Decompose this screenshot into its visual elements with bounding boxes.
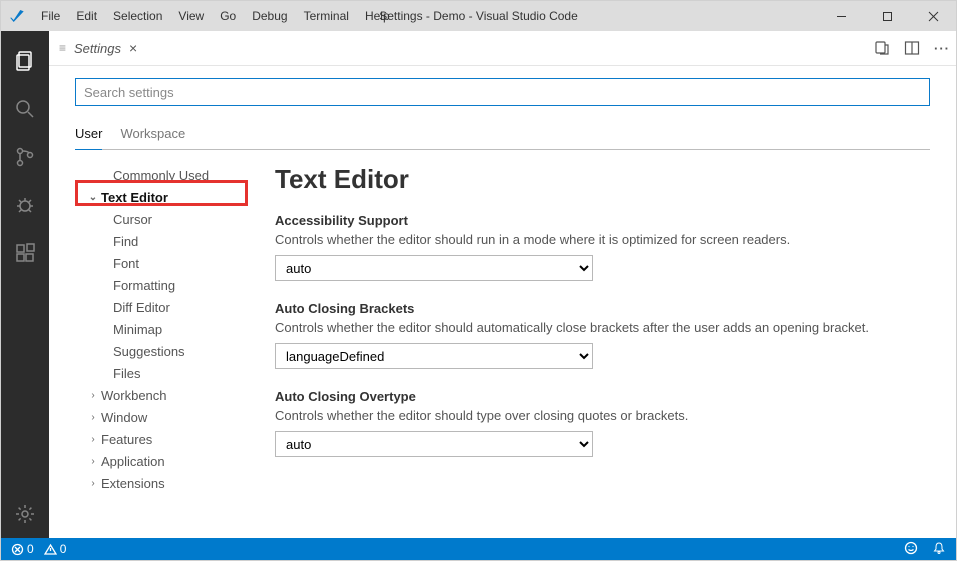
setting-select-auto-closing-overtype[interactable]: auto xyxy=(275,431,593,457)
tree-find[interactable]: Find xyxy=(75,230,251,252)
status-warnings[interactable]: 0 xyxy=(44,542,67,556)
search-icon[interactable] xyxy=(1,85,49,133)
menu-terminal[interactable]: Terminal xyxy=(296,5,357,27)
app-window: File Edit Selection View Go Debug Termin… xyxy=(0,0,957,561)
explorer-icon[interactable] xyxy=(1,37,49,85)
setting-select-auto-closing-brackets[interactable]: languageDefined xyxy=(275,343,593,369)
menu-selection[interactable]: Selection xyxy=(105,5,170,27)
scope-tabs: User Workspace xyxy=(75,120,930,150)
tab-bar: ≡ Settings × ··· xyxy=(49,31,956,66)
tree-cursor[interactable]: Cursor xyxy=(75,208,251,230)
chevron-down-icon: ⌄ xyxy=(87,192,99,203)
setting-label: Auto Closing Overtype xyxy=(275,389,930,404)
search-settings-input[interactable]: Search settings xyxy=(75,78,930,106)
tree-font[interactable]: Font xyxy=(75,252,251,274)
close-tab-icon[interactable]: × xyxy=(129,40,137,56)
settings-tab-icon: ≡ xyxy=(59,41,66,55)
open-settings-json-icon[interactable] xyxy=(874,40,890,56)
setting-label: Auto Closing Brackets xyxy=(275,301,930,316)
tree-files[interactable]: Files xyxy=(75,362,251,384)
menu-go[interactable]: Go xyxy=(212,5,244,27)
settings-gear-icon[interactable] xyxy=(1,490,49,538)
status-bar: 0 0 xyxy=(1,538,956,560)
editor-area: ≡ Settings × ··· Search settings xyxy=(49,31,956,538)
debug-icon[interactable] xyxy=(1,181,49,229)
close-button[interactable] xyxy=(910,1,956,31)
tab-actions: ··· xyxy=(874,40,950,56)
tree-text-editor[interactable]: ⌄ Text Editor xyxy=(75,186,251,208)
settings-content: Text Editor Accessibility Support Contro… xyxy=(251,160,930,538)
section-heading: Text Editor xyxy=(275,164,930,195)
setting-auto-closing-overtype: Auto Closing Overtype Controls whether t… xyxy=(275,389,930,457)
tree-suggestions[interactable]: Suggestions xyxy=(75,340,251,362)
tree-commonly-used[interactable]: Commonly Used xyxy=(75,164,251,186)
source-control-icon[interactable] xyxy=(1,133,49,181)
chevron-right-icon: › xyxy=(87,434,99,445)
status-feedback-icon[interactable] xyxy=(904,541,918,558)
tree-formatting[interactable]: Formatting xyxy=(75,274,251,296)
tree-diff-editor[interactable]: Diff Editor xyxy=(75,296,251,318)
setting-description: Controls whether the editor should type … xyxy=(275,408,930,423)
vscode-logo-icon xyxy=(9,8,25,24)
setting-description: Controls whether the editor should autom… xyxy=(275,320,930,335)
tree-extensions[interactable]: ›Extensions xyxy=(75,472,251,494)
tab-settings[interactable]: ≡ Settings × xyxy=(49,31,147,66)
window-controls xyxy=(818,1,956,31)
menu-bar: File Edit Selection View Go Debug Termin… xyxy=(33,5,398,27)
tab-label: Settings xyxy=(74,41,121,56)
menu-file[interactable]: File xyxy=(33,5,68,27)
status-errors[interactable]: 0 xyxy=(11,542,34,556)
setting-auto-closing-brackets: Auto Closing Brackets Controls whether t… xyxy=(275,301,930,369)
more-actions-icon[interactable]: ··· xyxy=(934,41,950,56)
chevron-right-icon: › xyxy=(87,456,99,467)
chevron-right-icon: › xyxy=(87,390,99,401)
scope-user[interactable]: User xyxy=(75,120,102,150)
activity-bar xyxy=(1,31,49,538)
menu-view[interactable]: View xyxy=(170,5,212,27)
split-editor-icon[interactable] xyxy=(904,40,920,56)
tree-minimap[interactable]: Minimap xyxy=(75,318,251,340)
setting-label: Accessibility Support xyxy=(275,213,930,228)
setting-accessibility-support: Accessibility Support Controls whether t… xyxy=(275,213,930,281)
menu-debug[interactable]: Debug xyxy=(244,5,295,27)
tree-window[interactable]: ›Window xyxy=(75,406,251,428)
main-area: ≡ Settings × ··· Search settings xyxy=(1,31,956,538)
settings-body: Search settings User Workspace Commonly … xyxy=(49,66,956,538)
extensions-icon[interactable] xyxy=(1,229,49,277)
tree-features[interactable]: ›Features xyxy=(75,428,251,450)
setting-select-accessibility[interactable]: auto xyxy=(275,255,593,281)
search-placeholder: Search settings xyxy=(84,85,174,100)
maximize-button[interactable] xyxy=(864,1,910,31)
status-bell-icon[interactable] xyxy=(932,541,946,558)
tree-application[interactable]: ›Application xyxy=(75,450,251,472)
tree-workbench[interactable]: ›Workbench xyxy=(75,384,251,406)
minimize-button[interactable] xyxy=(818,1,864,31)
menu-edit[interactable]: Edit xyxy=(68,5,105,27)
scope-workspace[interactable]: Workspace xyxy=(120,120,185,149)
window-title: Settings - Demo - Visual Studio Code xyxy=(379,9,578,23)
title-bar: File Edit Selection View Go Debug Termin… xyxy=(1,1,956,31)
chevron-right-icon: › xyxy=(87,478,99,489)
settings-tree: Commonly Used ⌄ Text Editor Cursor Find … xyxy=(75,160,251,538)
setting-description: Controls whether the editor should run i… xyxy=(275,232,930,247)
chevron-right-icon: › xyxy=(87,412,99,423)
settings-split: Commonly Used ⌄ Text Editor Cursor Find … xyxy=(75,160,930,538)
